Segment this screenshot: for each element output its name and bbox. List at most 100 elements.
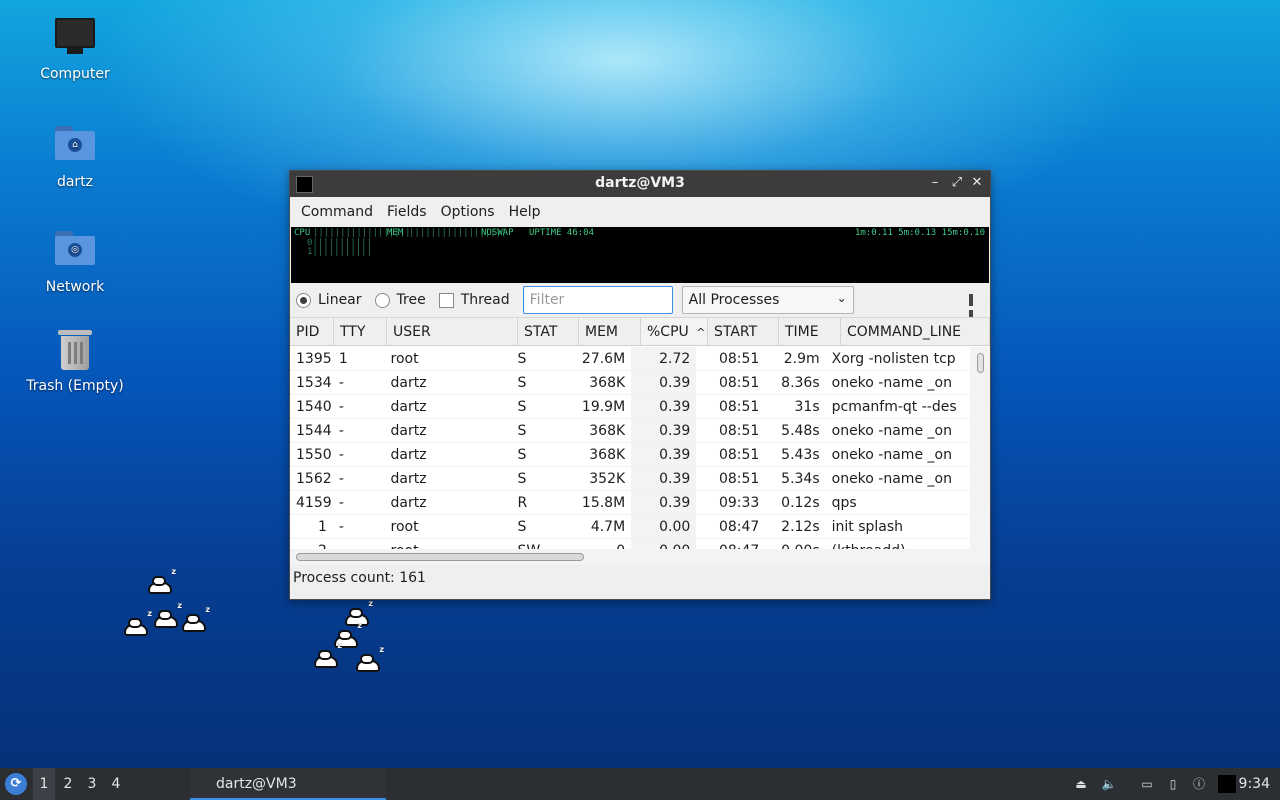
process-filter-select[interactable]: All Processes ⌄ [681, 286, 854, 314]
cell-cpu: 0.39 [631, 467, 697, 490]
cell-pid: 2 [290, 539, 333, 549]
taskbar-window-button[interactable]: dartz@VM3 [190, 768, 386, 800]
cell-pid: 1540 [296, 399, 332, 415]
workspace-4[interactable]: 4 [105, 768, 127, 800]
workspace-3[interactable]: 3 [81, 768, 103, 800]
desktop-icon-home[interactable]: ⌂ dartz [20, 120, 130, 190]
notification-icon[interactable]: ⓘ [1190, 775, 1208, 793]
cell-pid: 1395 [296, 351, 332, 367]
vertical-scrollbar-thumb[interactable] [977, 353, 984, 373]
computer-icon [54, 18, 96, 60]
thread-checkbox-box[interactable] [438, 292, 454, 308]
maximize-icon[interactable]: ⤢ [948, 174, 966, 192]
table-row[interactable]: 2-rootSW00.0008:470.00s(kthreadd) [290, 539, 970, 549]
column-cpu-label: %CPU [647, 324, 689, 340]
menu-command[interactable]: Command [294, 204, 380, 220]
column-pid[interactable]: PID [290, 318, 334, 345]
menu-options[interactable]: Options [434, 204, 502, 220]
cell-cpu: 0.00 [631, 515, 697, 538]
window-titlebar[interactable]: dartz@VM3 – ⤢ ✕ [290, 171, 990, 197]
cell-mem: 368K [589, 375, 626, 391]
column-time[interactable]: TIME [779, 318, 841, 345]
table-row[interactable]: 1395 1 root S 27.6M 2.72 08:51 2.9m Xorg -nolist… [290, 347, 970, 371]
table-row[interactable]: 1534- dartz S 368K 0.39 08:51 8.36s oneko -name… [290, 371, 970, 395]
pause-icon[interactable] [969, 294, 982, 322]
neko-cat: z [124, 609, 152, 636]
horizontal-scrollbar-thumb[interactable] [296, 553, 584, 561]
neko-cat: z [356, 645, 384, 672]
trash-icon [54, 330, 96, 372]
eject-icon[interactable]: ⏏ [1072, 775, 1090, 793]
column-user[interactable]: USER [387, 318, 518, 345]
cell-time: 5.48s [781, 423, 820, 439]
horizontal-scrollbar[interactable] [290, 549, 990, 565]
cell-tty: - [338, 471, 344, 487]
cell-tty: - [338, 375, 344, 391]
filter-input[interactable] [522, 286, 673, 314]
cell-mem: 27.6M [581, 351, 626, 367]
cell-stat: S [517, 519, 527, 535]
column-cpu[interactable]: %CPU ^ [641, 318, 708, 345]
view-linear-radio[interactable]: Linear [296, 292, 362, 308]
table-row[interactable]: 1550- dartz S 368K 0.39 08:51 5.43s oneko -name… [290, 443, 970, 467]
column-mem[interactable]: MEM [579, 318, 641, 345]
cell-start: 08:47 [718, 519, 760, 535]
cell-cmd: (kthreadd) [826, 539, 970, 549]
thread-checkbox[interactable]: Thread [438, 292, 510, 308]
cell-stat: S [517, 399, 527, 415]
cell-time: 0.12s [781, 495, 820, 511]
cell-user: dartz [390, 399, 427, 415]
cell-stat: S [517, 423, 527, 439]
cell-time: 5.43s [781, 447, 820, 463]
cell-time: 31s [794, 399, 820, 415]
desktop-icon-computer[interactable]: Computer [20, 18, 130, 82]
cell-time: 0.00s [765, 539, 825, 549]
column-tty[interactable]: TTY [334, 318, 387, 345]
cell-pid: 1534 [296, 375, 332, 391]
cell-mem: 19.9M [581, 399, 626, 415]
view-tree-radio[interactable]: Tree [374, 292, 426, 308]
column-start[interactable]: START [708, 318, 779, 345]
cell-user: dartz [390, 423, 427, 439]
terminal-tray-icon[interactable] [1218, 775, 1236, 793]
table-header: PID TTY USER STAT MEM %CPU ^ START TIME … [290, 318, 990, 346]
table-row[interactable]: 1562- dartz S 352K 0.39 08:51 5.34s oneko -name… [290, 467, 970, 491]
cpu-label: CPU [294, 228, 311, 238]
desktop-icon-label: dartz [56, 174, 94, 190]
radio-tree-indicator[interactable] [374, 292, 390, 308]
desktop-icon-trash[interactable]: Trash (Empty) [20, 330, 130, 394]
menu-fields[interactable]: Fields [380, 204, 434, 220]
cell-cmd: Xorg -nolisten tcp [831, 351, 956, 367]
minimize-icon[interactable]: – [926, 174, 944, 192]
cell-tty: - [338, 447, 344, 463]
clipboard-icon[interactable]: ▯ [1164, 775, 1182, 793]
table-row[interactable]: 1540- dartz S 19.9M 0.39 08:51 31s pcmanfm-qt -… [290, 395, 970, 419]
cell-cmd: pcmanfm-qt --des [831, 399, 957, 415]
volume-icon[interactable]: 🔈 [1100, 775, 1118, 793]
thread-label: Thread [460, 292, 510, 308]
cell-mem: 368K [589, 447, 626, 463]
workspace-1[interactable]: 1 [33, 768, 55, 800]
workspace-2[interactable]: 2 [57, 768, 79, 800]
home-folder-icon: ⌂ [54, 126, 96, 168]
cell-cpu: 0.39 [631, 419, 697, 442]
cell-user: dartz [390, 495, 427, 511]
desktop-icon-network[interactable]: ◎ Network [20, 225, 130, 295]
process-table: PID TTY USER STAT MEM %CPU ^ START TIME … [290, 317, 990, 549]
menu-help[interactable]: Help [502, 204, 548, 220]
cell-tty: - [338, 495, 344, 511]
cell-user: root [390, 351, 419, 367]
column-command-line[interactable]: COMMAND_LINE [841, 318, 990, 345]
table-row[interactable]: 1- root S 4.7M 0.00 08:47 2.12s init splash [290, 515, 970, 539]
cpu-history-bar: 1||||||||||| [307, 247, 373, 257]
start-menu-icon[interactable]: ⟳ [5, 773, 27, 795]
uptime-label: UPTIME 46:04 [529, 228, 595, 238]
cell-cpu: 0.39 [631, 443, 697, 466]
radio-linear-indicator[interactable] [296, 292, 311, 308]
column-stat[interactable]: STAT [518, 318, 579, 345]
table-row[interactable]: 4159- dartz R 15.8M 0.39 09:33 0.12s qps [290, 491, 970, 515]
vertical-scrollbar[interactable] [970, 347, 990, 549]
network-tray-icon[interactable]: ▭ [1138, 775, 1156, 793]
table-row[interactable]: 1544- dartz S 368K 0.39 08:51 5.48s oneko -name… [290, 419, 970, 443]
close-icon[interactable]: ✕ [968, 174, 986, 192]
